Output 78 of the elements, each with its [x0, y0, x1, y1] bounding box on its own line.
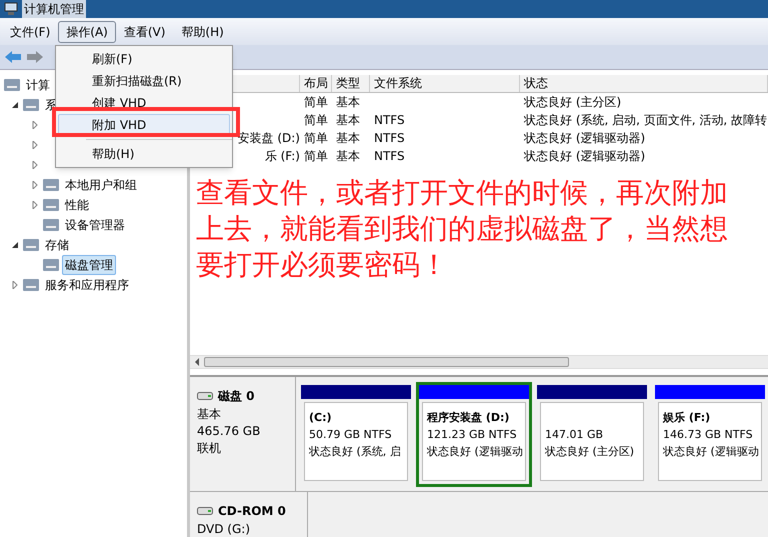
partition-size: 121.23 GB NTFS [427, 427, 518, 443]
tree-item[interactable]: 磁盘管理 [62, 255, 116, 275]
partition-size: 50.79 GB NTFS [309, 427, 393, 443]
console-icon [43, 199, 59, 211]
partition-title: 娱乐 (F:) [663, 410, 712, 426]
console-icon [43, 259, 59, 271]
console-icon [23, 279, 39, 291]
expand-arrow-icon[interactable] [11, 281, 19, 289]
collapse-arrow-icon[interactable] [11, 241, 19, 249]
expand-arrow-icon[interactable] [31, 161, 39, 169]
disk-name: 磁盘 0 [218, 388, 255, 405]
column-header[interactable]: 状态 [520, 75, 768, 92]
annotation-text: 查看文件，或者打开文件的时候，再次附加上去，就能看到我们的虚拟磁盘了，当然想要打开必须要密码！ [196, 175, 729, 283]
expand-arrow-icon[interactable] [31, 181, 39, 189]
partition-status: 状态良好 (逻辑驱动 [427, 444, 521, 460]
disk-name: CD-ROM 0 [218, 503, 286, 520]
tree-item[interactable]: 本地用户和组 [62, 175, 140, 195]
partition-block[interactable]: 程序安装盘 (D:) 121.23 GB NTFS 状态良好 (逻辑驱动 [416, 382, 532, 487]
partition-size: 147.01 GB [545, 427, 604, 443]
disk-info: 465.76 GB [197, 423, 262, 439]
menu-option[interactable]: 刷新(F) [58, 48, 230, 70]
table-cell: 状态良好 (主分区) [524, 95, 622, 109]
table-cell: 状态良好 (逻辑驱动器) [524, 149, 646, 163]
disk-drive-icon [197, 506, 213, 516]
console-icon [4, 79, 20, 91]
table-cell: 基本 [336, 95, 360, 109]
horizontal-scrollbar[interactable] [190, 355, 768, 369]
table-cell: NTFS [374, 131, 405, 145]
table-cell: 基本 [336, 149, 360, 163]
table-cell: NTFS [374, 113, 405, 127]
computer-icon [4, 2, 18, 16]
menu-item[interactable]: 查看(V) [116, 20, 174, 42]
table-cell: 简单 [304, 131, 328, 145]
forward-arrow-icon[interactable] [26, 50, 44, 64]
menu-item[interactable]: 操作(A) [58, 20, 116, 42]
expand-arrow-icon[interactable] [31, 201, 39, 209]
tree-item[interactable]: 计算 [23, 75, 53, 95]
table-cell: 状态良好 (系统, 启动, 页面文件, 活动, 故障转 [524, 113, 768, 127]
back-arrow-icon[interactable] [4, 50, 22, 64]
partition-status: 状态良好 (系统, 启 [309, 444, 402, 460]
tree-item[interactable]: 设备管理器 [62, 215, 128, 235]
table-cell: 简单 [304, 149, 328, 163]
menu-option[interactable]: 帮助(H) [58, 143, 230, 165]
column-header[interactable]: 类型 [332, 75, 370, 92]
table-cell: NTFS [374, 149, 405, 163]
collapse-arrow-icon[interactable] [11, 101, 19, 109]
scrollbar-thumb[interactable] [204, 357, 569, 367]
disk-info: DVD (G:) [197, 521, 251, 537]
console-icon [23, 99, 39, 111]
column-header[interactable]: 布局 [300, 75, 332, 92]
console-icon [43, 179, 59, 191]
menu-option[interactable]: 重新扫描磁盘(R) [58, 70, 230, 92]
partition-title: (C:) [309, 410, 333, 426]
partition-status: 状态良好 (逻辑驱动 [663, 444, 757, 460]
table-cell: 简单 [304, 113, 328, 127]
partition-title: 程序安装盘 (D:) [427, 410, 510, 426]
partition-status: 状态良好 (主分区) [545, 444, 636, 460]
window-title: 计算机管理 [22, 0, 86, 18]
table-cell: 简单 [304, 95, 328, 109]
menu-item[interactable]: 帮助(H) [173, 20, 232, 42]
tree-item[interactable]: 存储 [42, 235, 72, 255]
disk-info: 联机 [197, 440, 222, 456]
table-cell: 基本 [336, 131, 360, 145]
scroll-left-icon[interactable] [194, 358, 200, 366]
table-cell-text: 乐 (F:) [264, 148, 300, 165]
disk-info: 基本 [197, 406, 222, 422]
table-cell: 状态良好 (逻辑驱动器) [524, 131, 646, 145]
column-header[interactable]: 文件系统 [370, 75, 520, 92]
disk-drive-icon [197, 391, 213, 401]
expand-arrow-icon[interactable] [31, 121, 39, 129]
tree-item[interactable]: 服务和应用程序 [42, 275, 132, 295]
expand-arrow-icon[interactable] [31, 141, 39, 149]
table-cell: 基本 [336, 113, 360, 127]
console-icon [23, 239, 39, 251]
menu-item[interactable]: 文件(F) [2, 20, 58, 42]
partition-size: 146.73 GB NTFS [663, 427, 754, 443]
tree-item[interactable]: 性能 [62, 195, 92, 215]
console-icon [43, 219, 59, 231]
